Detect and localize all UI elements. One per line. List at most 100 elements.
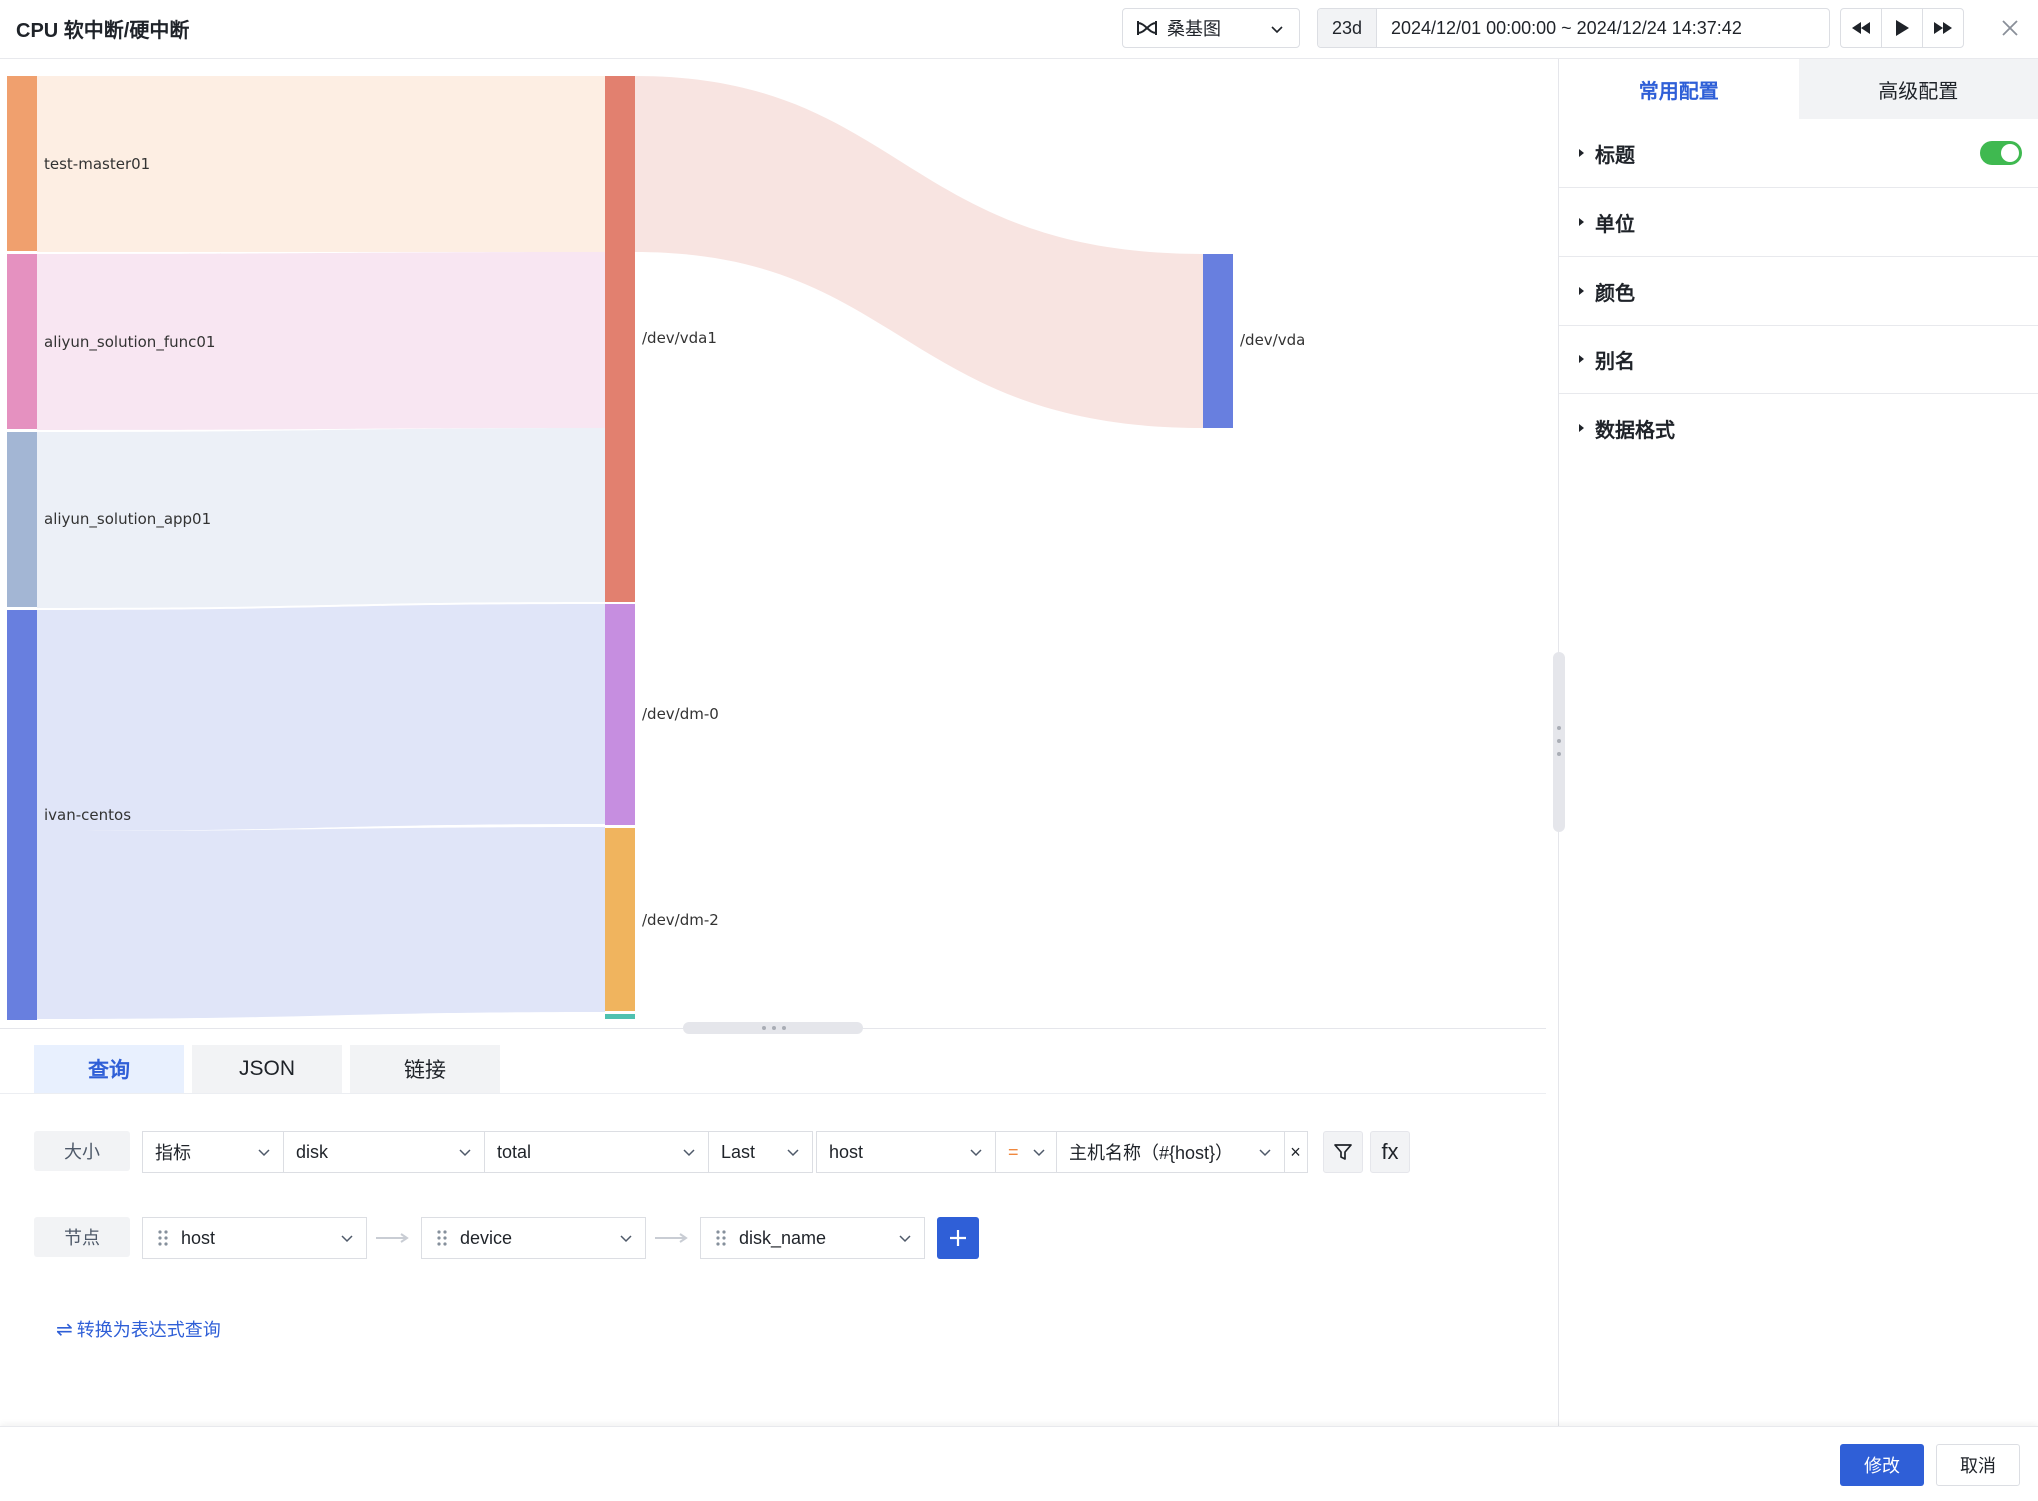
tabs-divider <box>0 1093 1546 1094</box>
horizontal-resize-handle[interactable] <box>1553 652 1565 832</box>
chart-type-select[interactable]: 桑基图 <box>1122 8 1300 48</box>
field-value: total <box>497 1142 531 1163</box>
operator-value: = <box>1008 1142 1019 1163</box>
caret-right-icon <box>1577 216 1587 228</box>
section-label: 单位 <box>1595 208 1635 237</box>
arrow-right-icon <box>376 1233 410 1243</box>
sankey-node[interactable] <box>605 828 635 1011</box>
tab-query[interactable]: 查询 <box>34 1045 184 1093</box>
measurement-value: disk <box>296 1142 328 1163</box>
node-label: /dev/vda1 <box>642 329 717 347</box>
chevron-down-icon <box>1032 1145 1046 1159</box>
function-button[interactable]: fx <box>1370 1131 1410 1173</box>
cancel-button[interactable]: 取消 <box>1936 1444 2020 1486</box>
playback-controls <box>1840 8 1964 48</box>
chevron-down-icon <box>1269 21 1285 37</box>
chevron-down-icon <box>682 1145 696 1159</box>
rewind-icon <box>1850 20 1872 36</box>
node-label: /dev/vda <box>1240 331 1305 349</box>
node-label: /dev/dm-0 <box>642 705 719 723</box>
settings-section-unit[interactable]: 单位 <box>1559 188 2038 257</box>
clear-condition-button[interactable]: × <box>1284 1131 1308 1173</box>
sankey-node[interactable] <box>7 432 37 607</box>
vertical-resize-handle[interactable] <box>683 1022 863 1034</box>
node-label: /dev/dm-2 <box>642 911 719 929</box>
chevron-down-icon <box>898 1231 912 1245</box>
chevron-down-icon <box>458 1145 472 1159</box>
section-label: 颜色 <box>1595 277 1635 306</box>
tag-key-select[interactable]: host <box>816 1131 996 1173</box>
chevron-down-icon <box>1258 1145 1272 1159</box>
section-label: 别名 <box>1595 345 1635 374</box>
measurement-select[interactable]: disk <box>283 1131 485 1173</box>
node-label: aliyun_solution_app01 <box>44 510 211 529</box>
sankey-node[interactable] <box>7 610 37 1020</box>
header-bar: CPU 软中断/硬中断 桑基图 23d 2024/12/01 00:00:00 … <box>0 0 2038 59</box>
tab-common-settings[interactable]: 常用配置 <box>1559 59 1799 119</box>
sankey-chart: test-master01 aliyun_solution_func01 ali… <box>0 59 1556 1025</box>
node-level-select-2[interactable]: device <box>421 1217 646 1259</box>
node-label: test-master01 <box>44 155 150 173</box>
filter-icon <box>1332 1141 1354 1163</box>
fast-forward-button[interactable] <box>1923 9 1963 47</box>
settings-section-alias[interactable]: 别名 <box>1559 325 2038 394</box>
settings-section-title[interactable]: 标题 <box>1559 119 2038 188</box>
sankey-node[interactable] <box>605 76 635 602</box>
settings-tabs: 常用配置 高级配置 <box>1559 59 2038 119</box>
node-label: ivan-centos <box>44 806 131 824</box>
convert-link-label: 转换为表达式查询 <box>77 1316 221 1342</box>
tag-value-value: 主机名称（#{host}） <box>1069 1139 1233 1165</box>
node-level-value: device <box>460 1228 512 1249</box>
confirm-button[interactable]: 修改 <box>1840 1444 1924 1486</box>
drag-dots-icon <box>759 1026 789 1030</box>
chart-type-label: 桑基图 <box>1167 15 1221 41</box>
drag-handle-icon[interactable] <box>715 1229 727 1247</box>
add-node-level-button[interactable] <box>937 1217 979 1259</box>
tag-key-value: host <box>829 1142 863 1163</box>
sankey-node[interactable] <box>7 76 37 251</box>
plus-icon <box>948 1228 968 1248</box>
operator-select[interactable]: = <box>995 1131 1057 1173</box>
relative-range-badge[interactable]: 23d <box>1318 9 1377 47</box>
rewind-button[interactable] <box>1841 9 1882 47</box>
time-range-picker[interactable]: 23d 2024/12/01 00:00:00 ~ 2024/12/24 14:… <box>1317 8 1830 48</box>
close-icon[interactable] <box>1998 16 2022 40</box>
sankey-node[interactable] <box>7 254 37 429</box>
sankey-svg: test-master01 aliyun_solution_func01 ali… <box>0 59 1556 1025</box>
tab-advanced-settings[interactable]: 高级配置 <box>1799 59 2038 119</box>
arrow-right-icon <box>655 1233 689 1243</box>
sankey-node[interactable] <box>1203 254 1233 428</box>
filter-button[interactable] <box>1323 1131 1363 1173</box>
aggregate-select[interactable]: Last <box>708 1131 813 1173</box>
sankey-link <box>635 76 1203 428</box>
sankey-node[interactable] <box>605 604 635 825</box>
metric-type-select[interactable]: 指标 <box>142 1131 284 1173</box>
chevron-down-icon <box>257 1145 271 1159</box>
sankey-node-small <box>605 1014 635 1019</box>
field-select[interactable]: total <box>484 1131 709 1173</box>
time-range-text: 2024/12/01 00:00:00 ~ 2024/12/24 14:37:4… <box>1391 18 1742 39</box>
metric-type-value: 指标 <box>155 1139 191 1165</box>
size-row-label: 大小 <box>34 1131 130 1171</box>
drag-handle-icon[interactable] <box>436 1229 448 1247</box>
settings-section-data-format[interactable]: 数据格式 <box>1559 394 2038 462</box>
tab-link[interactable]: 链接 <box>350 1045 500 1093</box>
tab-json[interactable]: JSON <box>192 1045 342 1093</box>
swap-icon: ⇌ <box>56 1317 73 1342</box>
chevron-down-icon <box>340 1231 354 1245</box>
play-button[interactable] <box>1882 9 1923 47</box>
convert-to-expression-link[interactable]: ⇌ 转换为表达式查询 <box>56 1316 221 1342</box>
play-icon <box>1894 19 1910 37</box>
sankey-link <box>37 827 605 1019</box>
node-level-select-3[interactable]: disk_name <box>700 1217 925 1259</box>
drag-handle-icon[interactable] <box>157 1229 169 1247</box>
title-toggle[interactable] <box>1980 141 2022 165</box>
node-level-select-1[interactable]: host <box>142 1217 367 1259</box>
settings-section-color[interactable]: 颜色 <box>1559 257 2038 326</box>
node-row-label: 节点 <box>34 1217 130 1257</box>
sankey-link <box>37 604 605 831</box>
tag-value-select[interactable]: 主机名称（#{host}） <box>1056 1131 1285 1173</box>
aggregate-value: Last <box>721 1142 755 1163</box>
node-level-value: disk_name <box>739 1228 826 1249</box>
toggle-knob <box>2001 144 2019 162</box>
